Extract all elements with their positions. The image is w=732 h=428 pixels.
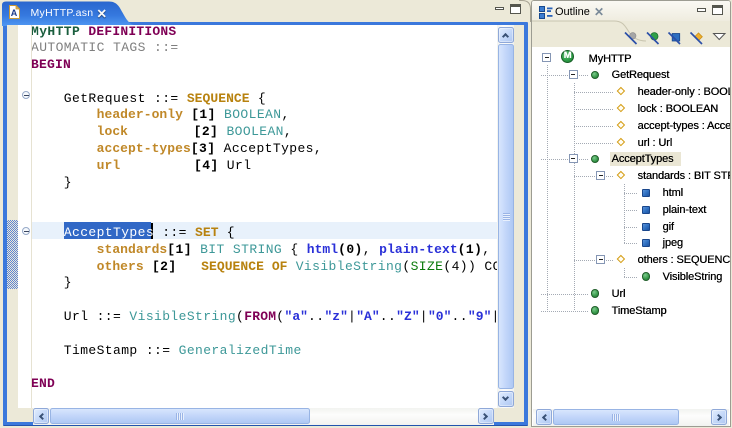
svg-text:A: A: [11, 8, 18, 18]
